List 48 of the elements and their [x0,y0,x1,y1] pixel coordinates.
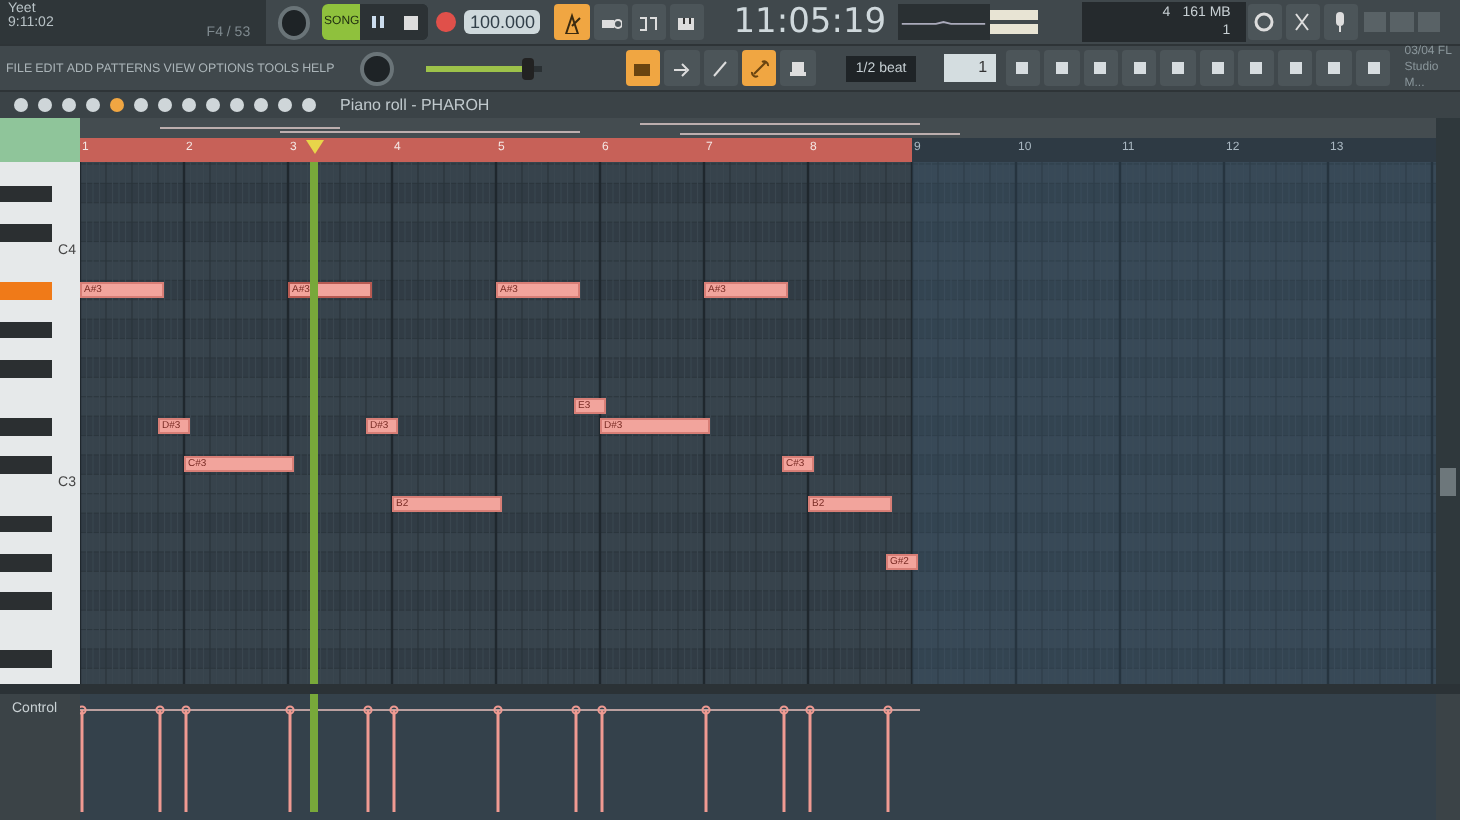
toolbar-button[interactable] [1277,50,1313,86]
step-field[interactable]: 1 [944,54,996,82]
toolbar-button[interactable] [631,4,666,40]
toolbar-button[interactable] [625,50,661,86]
toolbar-button[interactable] [1044,50,1079,86]
toolbar-button[interactable] [593,4,628,40]
piano-key[interactable] [0,359,52,378]
toolbar-button[interactable] [554,4,590,40]
metronome-icon [560,10,585,34]
toolbar-button[interactable] [1238,50,1274,86]
piano-roll-corner [0,118,80,162]
toolbar-button[interactable] [780,50,816,86]
scissors-icon [1290,10,1315,34]
toolbar-button[interactable] [1355,50,1391,86]
toolbar-button[interactable] [703,50,738,86]
volume-knob[interactable] [278,5,311,39]
song-clock: 11:05:19 [733,2,887,42]
line-icon [708,56,733,80]
vertical-scrollbar[interactable] [1436,118,1460,684]
toolbar-button[interactable] [1083,50,1118,86]
slider-thumb[interactable] [521,57,534,79]
toolbar-button[interactable] [1199,50,1235,86]
piano-key[interactable] [0,515,52,533]
piano-key[interactable] [0,553,52,572]
piano-key[interactable] [0,456,52,475]
toolbar-button[interactable] [1005,50,1041,86]
tempo-display[interactable]: 100.000 [463,10,541,34]
piano-key[interactable] [0,650,52,669]
toolbar-button[interactable] [664,50,699,86]
record-audio-button[interactable] [1323,4,1358,40]
note-grid[interactable] [80,162,1436,684]
piano-roll-title: Piano roll - PHAROH [340,96,490,114]
undo-button[interactable] [1247,4,1282,40]
stop-icon [404,15,419,29]
pause-icon [369,14,386,30]
cut-button[interactable] [1285,4,1320,40]
toolbar-button[interactable] [1160,50,1196,86]
toolbar-button[interactable] [1121,50,1157,86]
peak-meter [989,6,1039,38]
piano-key[interactable] [0,592,52,611]
pitch-knob[interactable] [360,51,394,85]
toolbar-button[interactable] [741,50,777,86]
piano-key[interactable] [0,321,52,339]
piano-key[interactable] [0,185,52,203]
toolbar-button[interactable] [669,4,704,40]
link-icon [747,56,772,80]
stamp-icon [786,56,811,80]
toolbar-button[interactable] [1316,50,1352,86]
